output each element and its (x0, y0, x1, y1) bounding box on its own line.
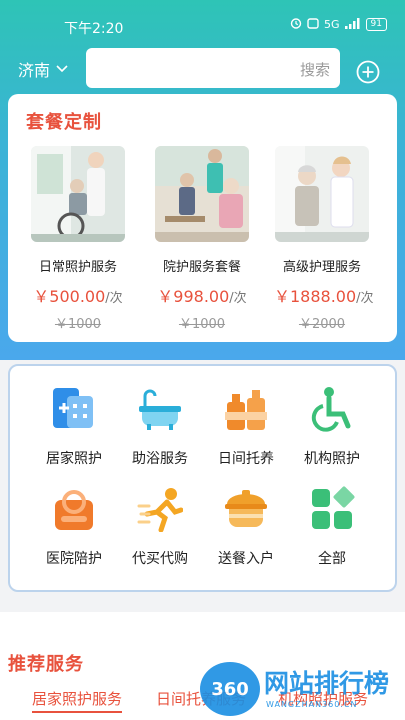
package-name: 日常照护服务 (38, 260, 117, 275)
watermark-logo: 360 (200, 662, 260, 716)
package-original-price: ￥2000 (298, 317, 346, 332)
battery-indicator: 91 (365, 18, 387, 31)
package-item[interactable]: 日常照护服务 ￥500.00/次 ￥1000 (30, 146, 126, 346)
package-image (275, 146, 369, 242)
service-meal-delivery[interactable]: 送餐入户 (204, 486, 288, 576)
status-bar: 下午2:20 5G 91 (0, 0, 405, 40)
add-icon[interactable] (356, 60, 380, 84)
hospital-bag-icon (55, 490, 93, 530)
search-input[interactable]: 搜索 (86, 48, 340, 88)
wheelchair-icon (311, 387, 351, 432)
bathtub-icon (139, 389, 181, 430)
all-grid-icon (312, 486, 355, 529)
alarm-icon (290, 17, 302, 32)
service-daycare[interactable]: 日间托养 (204, 386, 288, 476)
tab-home-care[interactable]: 居家照护服务 (32, 688, 123, 713)
nfc-icon (307, 17, 319, 32)
running-person-icon (137, 488, 184, 533)
signal-icon (344, 17, 361, 32)
watermark-subtext: WANGZHAN360.CN (266, 700, 358, 709)
package-price: ￥998.00/次 (157, 287, 247, 306)
service-grid-card: 居家照护 助浴服务 日间托养 机构照护 医院陪护 代买代购 送餐入户 全部 (8, 364, 397, 592)
package-item[interactable]: 高级护理服务 ￥1888.00/次 ￥2000 (274, 146, 374, 346)
recommend-title: 推荐服务 (8, 654, 84, 675)
home-care-icon (53, 388, 93, 428)
service-hospital-escort[interactable]: 医院陪护 (32, 486, 116, 576)
package-image (155, 146, 249, 242)
package-price: ￥500.00/次 (33, 287, 123, 306)
package-original-price: ￥1000 (178, 317, 226, 332)
network-label: 5G (324, 18, 340, 31)
watermark: 360 网站排行榜 WANGZHAN360.CN (200, 662, 405, 720)
chevron-down-icon (56, 65, 68, 73)
status-icons: 5G 91 (290, 17, 387, 32)
service-all[interactable]: 全部 (290, 486, 374, 576)
top-header: 济南 搜索 (0, 48, 405, 88)
package-name: 高级护理服务 (282, 260, 361, 275)
city-selector[interactable]: 济南 (18, 57, 68, 81)
service-errands[interactable]: 代买代购 (118, 486, 202, 576)
package-section-title: 套餐定制 (26, 112, 102, 133)
service-home-care[interactable]: 居家照护 (32, 386, 116, 476)
package-image (31, 146, 125, 242)
watermark-text: 网站排行榜 (264, 669, 390, 698)
food-pot-icon (225, 490, 267, 527)
package-original-price: ￥1000 (54, 317, 102, 332)
package-card: 套餐定制 日常照护服务 ￥500.00/次 ￥1000 院护服务套餐 ￥998.… (8, 94, 397, 342)
package-item[interactable]: 院护服务套餐 ￥998.00/次 ￥1000 (154, 146, 250, 346)
package-name: 院护服务套餐 (162, 260, 241, 275)
package-price: ￥1888.00/次 (274, 287, 374, 306)
status-time: 下午2:20 (64, 21, 124, 37)
service-institution-care[interactable]: 机构照护 (290, 386, 374, 476)
search-placeholder: 搜索 (299, 61, 330, 79)
city-label: 济南 (18, 61, 51, 80)
daycare-bottles-icon (225, 390, 267, 430)
service-bathing[interactable]: 助浴服务 (118, 386, 202, 476)
